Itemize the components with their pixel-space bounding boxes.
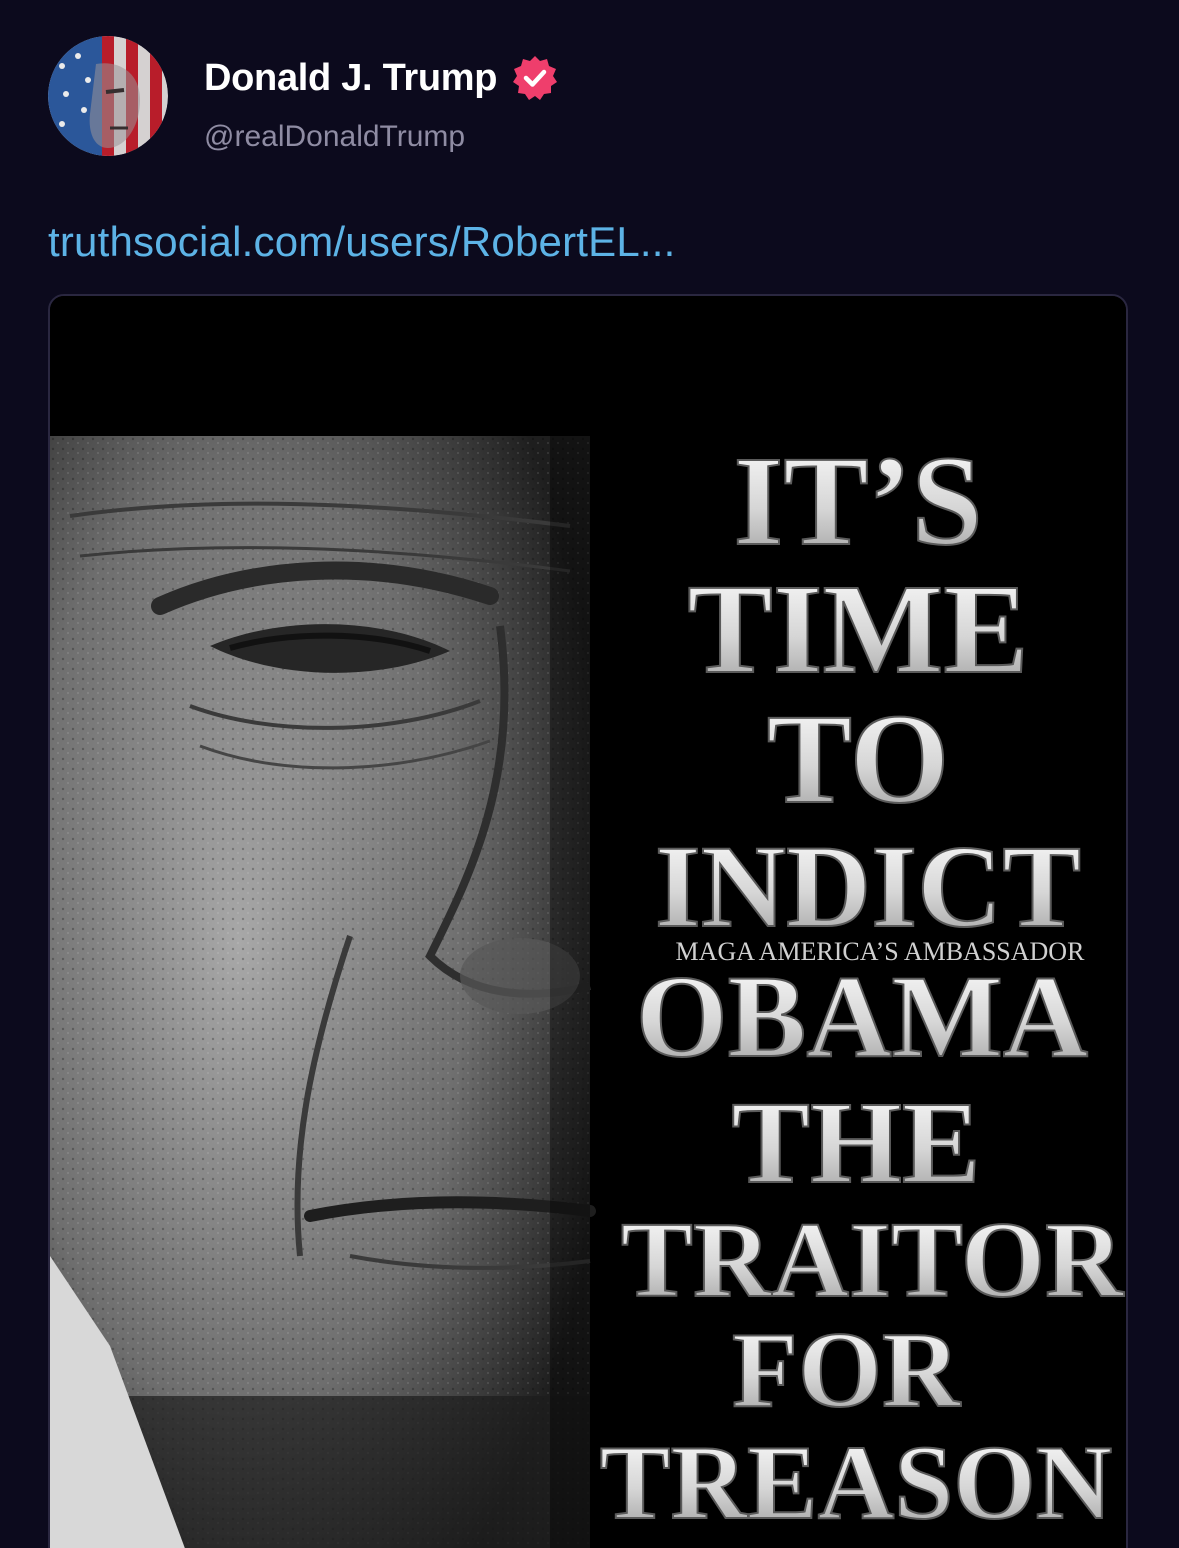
portrait-photo	[50, 436, 596, 1548]
headline-line-4: INDICT	[655, 821, 1081, 952]
flag-face-avatar-icon	[48, 36, 168, 156]
headline-line-8: FOR	[732, 1311, 961, 1430]
post-image: IT’S TIME TO INDICT MAGA AMERICA’S AMBAS…	[50, 296, 1126, 1548]
verified-badge-icon	[511, 54, 559, 102]
headline-line-7: TRAITOR	[621, 1201, 1124, 1320]
headline-line-6: THE	[731, 1077, 980, 1208]
headline-line-5: OBAMA	[636, 951, 1088, 1082]
headline-line-2: TIME	[687, 558, 1028, 700]
author-display-name[interactable]: Donald J. Trump	[204, 57, 498, 100]
author-avatar[interactable]	[48, 36, 168, 156]
post-header: Donald J. Trump @realDonaldTrump	[48, 36, 559, 156]
author-name-row: Donald J. Trump	[204, 54, 559, 102]
author-info: Donald J. Trump @realDonaldTrump	[204, 54, 559, 154]
author-handle[interactable]: @realDonaldTrump	[204, 120, 559, 154]
post-image-card[interactable]: IT’S TIME TO INDICT MAGA AMERICA’S AMBAS…	[48, 294, 1128, 1548]
headline-line-3: TO	[767, 688, 950, 830]
headline-line-9: TREASON	[600, 1424, 1112, 1541]
headline-line-1: IT’S	[734, 430, 983, 572]
post-view: Donald J. Trump @realDonaldTrump truthso…	[0, 0, 1179, 1548]
post-link[interactable]: truthsocial.com/users/RobertEL...	[48, 218, 676, 266]
